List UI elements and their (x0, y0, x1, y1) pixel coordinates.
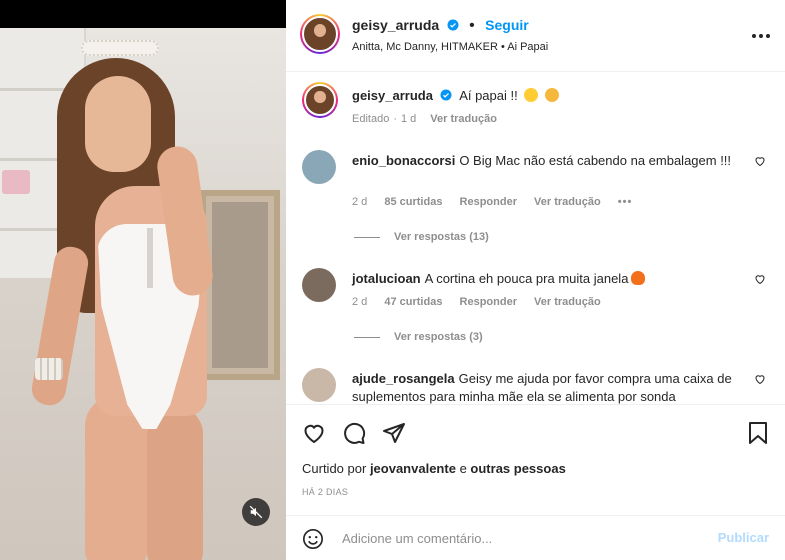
comment-more-button[interactable]: ••• (618, 196, 633, 208)
more-options-button[interactable] (751, 26, 771, 44)
follow-button[interactable]: Seguir (485, 17, 529, 33)
commenter-avatar[interactable] (302, 150, 336, 184)
caption-username[interactable]: geisy_arruda (352, 88, 433, 103)
heart-icon (755, 375, 765, 385)
comment-body: jotalucioan A cortina eh pouca pra muita … (352, 270, 752, 288)
like-button[interactable] (302, 421, 326, 450)
reply-button[interactable]: Responder (460, 296, 517, 308)
translate-link[interactable]: Ver tradução (534, 196, 601, 208)
post-actions-bar (286, 404, 785, 462)
mute-toggle-button[interactable] (242, 498, 270, 526)
comment-text: O Big Mac não está cabendo na embalagem … (459, 153, 732, 168)
separator-dot: • (469, 17, 475, 34)
author-username[interactable]: geisy_arruda (352, 17, 439, 33)
post-header: geisy_arruda • Seguir Anitta, Mc Danny, … (286, 0, 785, 72)
audio-track[interactable]: Anitta, Mc Danny, HITMAKER • Ai Papai (352, 41, 548, 53)
caption-text: Aí papai !! (459, 88, 518, 103)
translate-link[interactable]: Ver tradução (534, 296, 601, 308)
comment-likes[interactable]: 85 curtidas (384, 196, 442, 208)
comment-input[interactable] (342, 524, 702, 552)
likes-summary: Curtido por jeovanvalente e outras pesso… (302, 461, 566, 476)
commenter-avatar[interactable] (302, 368, 336, 402)
commenter-avatar[interactable] (302, 268, 336, 302)
verified-badge-icon (440, 89, 452, 101)
comment-text: A cortina eh pouca pra muita janela (424, 271, 629, 286)
likes-others-link[interactable]: outras pessoas (470, 461, 565, 476)
post-photo (0, 28, 286, 560)
pink-box (2, 170, 30, 194)
bookmark-icon (749, 422, 767, 444)
more-options-icon (752, 34, 770, 38)
view-replies-label: Ver respostas (13) (394, 231, 489, 243)
comment-time: 2 d (352, 296, 368, 308)
emoji-picker-button[interactable] (302, 528, 324, 555)
muted-speaker-icon (249, 505, 263, 519)
share-button[interactable] (382, 421, 406, 450)
commenter-username[interactable]: jotalucioan (352, 271, 421, 286)
verified-badge-icon (447, 19, 459, 31)
comment-likes[interactable]: 47 curtidas (384, 296, 442, 308)
reply-button[interactable]: Responder (460, 196, 517, 208)
comment-like-button[interactable] (754, 372, 766, 390)
post-side-panel: geisy_arruda • Seguir Anitta, Mc Danny, … (286, 0, 785, 560)
view-replies-label: Ver respostas (3) (394, 331, 483, 343)
zany-face-emoji (524, 88, 539, 102)
comment-body: enio_bonaccorsi O Big Mac não está cabend… (352, 152, 752, 170)
caption-edited: Editado (352, 113, 390, 125)
comment-body: ajude_rosangela Geisy me ajuda por favor … (352, 370, 752, 404)
caption-meta: Editado · 1 d Ver tradução (352, 113, 497, 125)
heart-icon (755, 275, 765, 285)
view-replies-button[interactable]: Ver respostas (3) (354, 331, 483, 343)
comment-composer: Publicar (286, 515, 785, 560)
likes-prefix: Curtido por (302, 461, 367, 476)
comment-button[interactable] (342, 421, 366, 450)
instagram-post: geisy_arruda • Seguir Anitta, Mc Danny, … (0, 0, 785, 560)
comment-meta: 2 d 85 curtidas Responder Ver tradução •… (352, 196, 646, 208)
post-media[interactable] (0, 0, 286, 560)
heart-icon (304, 424, 324, 444)
author-avatar[interactable] (300, 14, 340, 54)
liker-username[interactable]: jeovanvalente (370, 461, 456, 476)
commenter-username[interactable]: ajude_rosangela (352, 371, 455, 386)
heart-icon (755, 157, 765, 167)
commenter-username[interactable]: enio_bonaccorsi (352, 153, 455, 168)
comments-list[interactable]: geisy_arruda Aí papai !! Editado · 1 d Ver … (286, 72, 785, 404)
comment-like-button[interactable] (754, 272, 766, 290)
comment-like-button[interactable] (754, 154, 766, 172)
view-replies-button[interactable]: Ver respostas (13) (354, 231, 489, 243)
caption-translate-link[interactable]: Ver tradução (430, 113, 497, 125)
thinking-face-emoji (544, 88, 559, 102)
comment-time: 2 d (352, 196, 368, 208)
person-figure (29, 36, 235, 560)
comment-meta: 2 d 47 curtidas Responder Ver tradução (352, 296, 615, 308)
post-timestamp[interactable]: HÁ 2 DIAS (302, 487, 348, 497)
save-button[interactable] (747, 421, 769, 450)
emoji-icon (303, 529, 323, 549)
caption-time: 1 d (400, 113, 417, 125)
publish-button[interactable]: Publicar (718, 530, 769, 545)
comment-icon (344, 422, 366, 444)
fire-emoji (631, 271, 646, 285)
share-icon (383, 423, 405, 443)
caption-avatar[interactable] (302, 82, 338, 118)
likes-middle: e (459, 461, 467, 476)
